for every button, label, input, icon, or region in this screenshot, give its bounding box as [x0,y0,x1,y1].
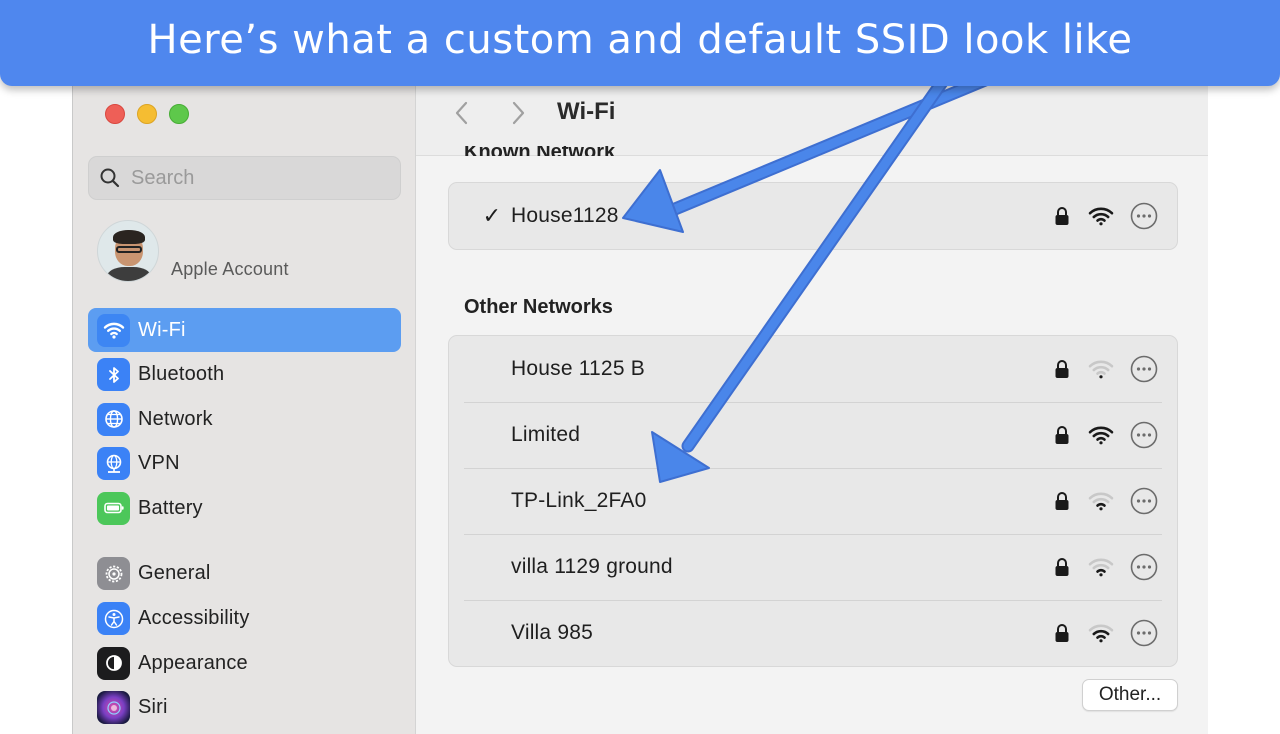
more-options-icon[interactable] [1130,355,1158,383]
search-placeholder: Search [131,166,195,189]
lock-icon [1055,624,1069,642]
wifi-signal-icon [1088,426,1114,445]
sidebar-item-label: Bluetooth [138,363,225,386]
network-name: House 1125 B [511,357,645,380]
sidebar-nav: Wi-Fi Bluetooth Network VPN Battery Gene… [88,308,401,730]
battery-icon [97,491,130,525]
wifi-signal-icon [1088,360,1114,379]
lock-icon [1055,558,1069,576]
sidebar-item-label: Battery [138,496,203,519]
appearance-icon [97,646,130,680]
zoom-button[interactable] [169,104,189,124]
network-name: House1128 [511,204,619,227]
other-networks-header: Other Networks [464,296,613,318]
sidebar-item-wifi[interactable]: Wi-Fi [88,308,401,352]
search-input[interactable]: Search [88,156,401,200]
system-settings-window: Search Apple Account Wi-Fi Bluetooth Net… [72,60,1208,734]
lock-icon [1055,360,1069,378]
caption-banner: Here’s what a custom and default SSID lo… [0,0,1280,86]
network-row[interactable]: Limited [449,402,1177,468]
sidebar-item-network[interactable]: Network [88,397,401,441]
wifi-signal-icon [1088,558,1114,577]
accessibility-icon [97,602,130,636]
globe-icon [97,402,130,436]
network-row[interactable]: TP-Link_2FA0 [449,468,1177,534]
network-row[interactable]: villa 1129 ground [449,534,1177,600]
sidebar-item-bluetooth[interactable]: Bluetooth [88,353,401,397]
vpn-globe-icon [97,447,130,481]
network-row[interactable]: Villa 985 [449,600,1177,666]
minimize-button[interactable] [137,104,157,124]
sidebar-item-label: General [138,562,211,585]
more-options-icon[interactable] [1130,421,1158,449]
sidebar-item-vpn[interactable]: VPN [88,442,401,486]
search-icon [100,168,120,188]
sidebar-item-battery[interactable]: Battery [88,486,401,530]
page-title: Wi-Fi [557,98,616,125]
wifi-icon [97,313,130,347]
checkmark-icon: ✓ [482,203,501,228]
more-options-icon[interactable] [1130,553,1158,581]
chevron-left-icon[interactable] [452,100,472,126]
sidebar-item-label: VPN [138,452,180,475]
other-network-button[interactable]: Other... [1082,679,1178,711]
sidebar-item-label: Accessibility [138,607,250,630]
network-name: Villa 985 [511,621,593,644]
close-button[interactable] [105,104,125,124]
known-network-list: ✓ House1128 [448,182,1178,250]
apple-account[interactable]: Apple Account [97,220,289,282]
network-row[interactable]: ✓ House1128 [449,183,1177,249]
sidebar-item-siri[interactable]: Siri [88,686,401,730]
wifi-pane: Wi-Fi Known Network ✓ House1128 Other Ne… [416,60,1208,734]
wifi-signal-icon [1088,624,1114,643]
lock-icon [1055,207,1069,225]
siri-icon [97,691,130,725]
more-options-icon[interactable] [1130,487,1158,515]
window-controls [105,104,189,124]
sidebar-item-general[interactable]: General [88,552,401,596]
account-label: Apple Account [171,259,289,279]
sidebar: Search Apple Account Wi-Fi Bluetooth Net… [73,60,416,734]
more-options-icon[interactable] [1130,619,1158,647]
bluetooth-icon [97,358,130,392]
sidebar-item-accessibility[interactable]: Accessibility [88,597,401,641]
network-row[interactable]: House 1125 B [449,336,1177,402]
lock-icon [1055,426,1069,444]
wifi-signal-icon [1088,492,1114,511]
network-name: villa 1129 ground [511,555,673,578]
sidebar-item-appearance[interactable]: Appearance [88,641,401,685]
chevron-right-icon[interactable] [508,100,528,126]
other-networks-list: House 1125 B Limited TP-Link_2FA0 villa … [448,335,1178,667]
wifi-signal-icon [1088,207,1114,226]
sidebar-item-label: Network [138,407,213,430]
network-name: Limited [511,423,581,446]
known-network-header: Known Network [464,146,615,156]
avatar [97,220,159,282]
sidebar-item-label: Siri [138,696,168,719]
caption-text: Here’s what a custom and default SSID lo… [147,17,1133,63]
sidebar-item-label: Wi-Fi [138,318,186,341]
more-options-icon[interactable] [1130,202,1158,230]
gear-icon [97,557,130,591]
sidebar-item-label: Appearance [138,651,248,674]
lock-icon [1055,492,1069,510]
network-name: TP-Link_2FA0 [511,489,647,512]
